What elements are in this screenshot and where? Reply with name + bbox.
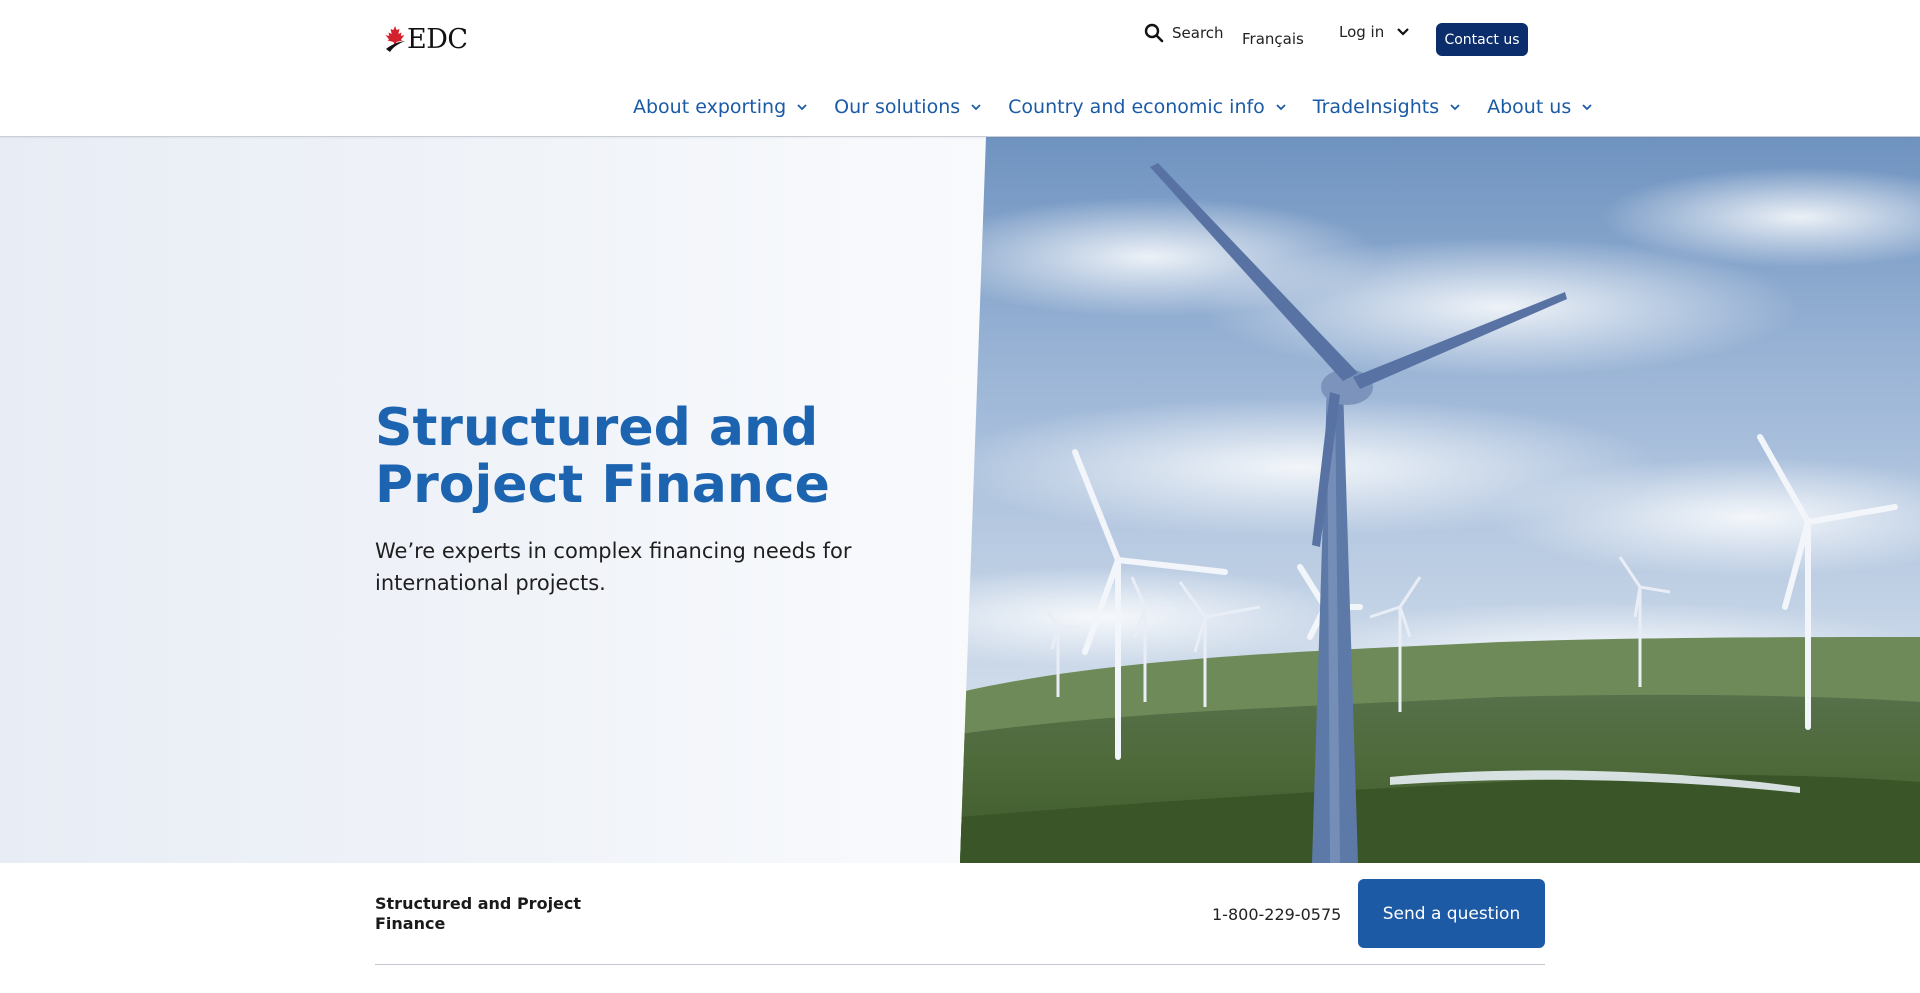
edc-logo[interactable]: EDC bbox=[384, 23, 468, 55]
chevron-down-icon bbox=[971, 104, 981, 111]
nav-item-our-solutions[interactable]: Our solutions bbox=[834, 96, 982, 118]
contact-bar-title: Structured and Project Finance bbox=[375, 894, 582, 933]
search-link[interactable]: Search bbox=[1144, 23, 1224, 43]
nav-item-tradeinsights[interactable]: TradeInsights bbox=[1313, 96, 1461, 118]
divider bbox=[375, 964, 1545, 965]
page-title: Structured and Project Finance bbox=[375, 398, 830, 515]
send-question-button[interactable]: Send a question bbox=[1358, 879, 1545, 948]
site-header: EDC Search Français Log in Contact us Ab… bbox=[0, 0, 1920, 137]
hero-banner: Structured and Project Finance We’re exp… bbox=[0, 137, 1920, 863]
login-menu[interactable]: Log in bbox=[1339, 23, 1410, 41]
nav-item-about-exporting[interactable]: About exporting bbox=[633, 96, 808, 118]
hero-subtitle: We’re experts in complex financing needs… bbox=[375, 539, 852, 595]
nav-item-label: Our solutions bbox=[834, 96, 961, 118]
logo-text: EDC bbox=[407, 23, 468, 55]
nav-item-label: About exporting bbox=[633, 96, 787, 118]
chevron-down-icon bbox=[1582, 104, 1592, 111]
nav-item-label: Country and economic info bbox=[1008, 96, 1265, 118]
phone-number-link[interactable]: 1-800-229-0575 bbox=[1212, 905, 1341, 924]
contact-bar: Structured and Project Finance 1-800-229… bbox=[0, 863, 1920, 993]
login-label: Log in bbox=[1339, 23, 1385, 41]
nav-item-about-us[interactable]: About us bbox=[1487, 96, 1593, 118]
chevron-down-icon bbox=[797, 104, 807, 111]
maple-leaf-icon bbox=[385, 26, 405, 52]
main-navigation: About exporting Our solutions Country an… bbox=[633, 96, 1593, 118]
language-toggle[interactable]: Français bbox=[1242, 30, 1304, 48]
search-label: Search bbox=[1172, 24, 1224, 42]
nav-item-label: TradeInsights bbox=[1312, 96, 1440, 118]
search-icon bbox=[1144, 23, 1164, 43]
contact-us-button[interactable]: Contact us bbox=[1436, 23, 1528, 56]
chevron-down-icon bbox=[1450, 104, 1460, 111]
chevron-down-icon bbox=[1397, 28, 1410, 36]
chevron-down-icon bbox=[1276, 104, 1286, 111]
nav-item-country-economic-info[interactable]: Country and economic info bbox=[1008, 96, 1287, 118]
nav-item-label: About us bbox=[1487, 96, 1572, 118]
